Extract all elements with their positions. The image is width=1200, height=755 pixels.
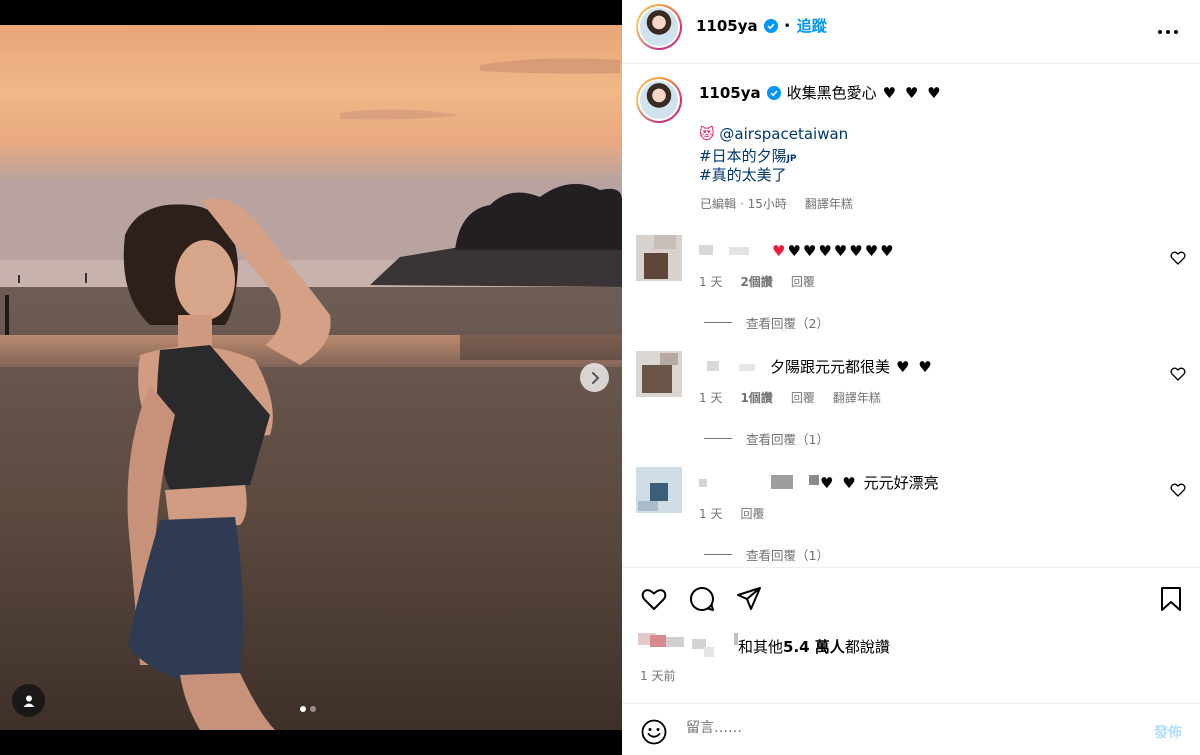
sunset-beach-photo <box>0 25 622 730</box>
view-replies-button[interactable]: 查看回覆（1） <box>704 429 829 448</box>
translate-button[interactable]: 翻譯年糕 <box>833 389 881 406</box>
liker-avatars <box>638 633 738 659</box>
comment-like-icon[interactable] <box>1170 482 1186 498</box>
comment-age[interactable]: 1 天 <box>699 505 722 522</box>
user-tags-button[interactable] <box>12 684 45 717</box>
media-pane <box>0 0 622 755</box>
likes-suffix: 都說讚 <box>844 637 890 656</box>
comment-icon[interactable] <box>688 585 716 613</box>
hashtag-link-2[interactable]: #真的太美了 <box>699 166 787 184</box>
view-replies-label: 查看回覆（1） <box>746 548 829 563</box>
post-actions: 和其他 5.4 萬人 都說讚 1 天前 <box>622 567 1200 703</box>
view-replies-button[interactable]: 查看回覆（1） <box>704 545 829 564</box>
likes-count[interactable]: 5.4 萬人 <box>783 636 845 657</box>
view-replies-label: 查看回覆（2） <box>746 316 829 331</box>
caption-hearts: ♥ ♥ ♥ <box>882 84 943 102</box>
likes-prefix: 和其他 <box>738 637 784 656</box>
mention-link[interactable]: @airspacetaiwan <box>719 125 848 143</box>
author-avatar[interactable] <box>636 4 682 50</box>
reply-button[interactable]: 回覆 <box>791 273 815 290</box>
hashtag-link-1[interactable]: #日本的夕陽 <box>699 147 787 165</box>
reply-button[interactable]: 回覆 <box>740 505 764 522</box>
redacted-username[interactable] <box>699 473 819 489</box>
comment-meta: 1 天 回覆 <box>699 505 764 522</box>
post-sidebar: 1105ya • 追蹤 1105ya 收集黑色愛心 ♥ ♥ ♥ 😻 @airsp… <box>622 0 1200 755</box>
heart-icon[interactable] <box>640 585 668 613</box>
comment-like-icon[interactable] <box>1170 250 1186 266</box>
share-icon[interactable] <box>735 585 763 613</box>
comment-text: ♥ ♥♥♥♥♥♥♥ <box>772 241 896 261</box>
header-separator: • <box>783 18 791 33</box>
comment-age[interactable]: 1 天 <box>699 273 722 290</box>
comment-body: 元元好漂亮 <box>863 474 939 492</box>
comment-avatar[interactable] <box>636 351 682 397</box>
more-options-button[interactable] <box>1154 18 1182 46</box>
comment-avatar[interactable] <box>636 235 682 281</box>
comment-hearts: ♥ ♥ <box>820 474 858 492</box>
edited-time[interactable]: · 15小時 <box>740 195 787 212</box>
comment-text: ♥ ♥ 元元好漂亮 <box>820 473 939 493</box>
emoji-icon[interactable] <box>640 718 668 746</box>
comment-likes[interactable]: 1個讚 <box>740 389 772 406</box>
chevron-right-icon <box>591 371 599 384</box>
comment-meta: 1 天 1個讚 回覆 翻譯年糕 <box>699 389 881 406</box>
caption-avatar[interactable] <box>636 77 682 123</box>
jp-flag-text: JP <box>786 154 797 164</box>
follow-button[interactable]: 追蹤 <box>797 15 827 36</box>
comment-likes[interactable]: 2個讚 <box>740 273 772 290</box>
post-comment-button[interactable]: 發佈 <box>1154 722 1182 742</box>
user-tag-icon <box>23 695 34 707</box>
carousel-dot <box>300 706 306 712</box>
hashtag-line-2: #真的太美了 <box>699 165 787 185</box>
comment-hearts: ♥ ♥ <box>896 358 934 376</box>
view-replies-label: 查看回覆（1） <box>746 432 829 447</box>
author-username[interactable]: 1105ya <box>696 17 758 35</box>
likes-summary[interactable]: 和其他 5.4 萬人 都說讚 <box>638 633 890 659</box>
bookmark-icon[interactable] <box>1157 585 1185 613</box>
comment-composer: 發佈 <box>622 703 1200 755</box>
comment-meta: 1 天 2個讚 回覆 <box>699 273 815 290</box>
verified-badge-icon <box>763 18 778 33</box>
carousel-dot <box>310 706 316 712</box>
comment-like-icon[interactable] <box>1170 366 1186 382</box>
redacted-username[interactable] <box>699 243 769 255</box>
caption-username[interactable]: 1105ya <box>699 84 761 102</box>
more-options-icon <box>1158 30 1178 34</box>
reply-button[interactable]: 回覆 <box>791 389 815 406</box>
carousel-indicator <box>300 706 316 712</box>
comment-age[interactable]: 1 天 <box>699 389 722 406</box>
comment-avatar[interactable] <box>636 467 682 513</box>
cat-emoji: 😻 <box>699 125 715 143</box>
mention-line: 😻 @airspacetaiwan <box>699 124 848 144</box>
caption-meta: 已編輯 · 15小時 翻譯年糕 <box>700 195 853 212</box>
comment-text: 夕陽跟元元都很美 ♥ ♥ <box>770 357 934 377</box>
comment-hearts: ♥♥♥♥♥♥♥ <box>787 242 896 260</box>
redacted-username[interactable] <box>699 359 759 371</box>
post-photo[interactable] <box>0 25 622 730</box>
verified-badge-icon <box>766 86 781 100</box>
post-time[interactable]: 1 天前 <box>640 667 675 684</box>
comment-body: 夕陽跟元元都很美 <box>770 358 891 376</box>
view-replies-button[interactable]: 查看回覆（2） <box>704 313 829 332</box>
caption-text: 收集黑色愛心 <box>786 84 877 102</box>
edited-label: 已編輯 <box>700 197 737 211</box>
translate-button[interactable]: 翻譯年糕 <box>805 195 853 212</box>
carousel-next-button[interactable] <box>580 363 609 392</box>
post-header: 1105ya • 追蹤 <box>622 0 1200 64</box>
comment-input[interactable] <box>686 720 1126 736</box>
red-heart: ♥ <box>772 242 786 260</box>
